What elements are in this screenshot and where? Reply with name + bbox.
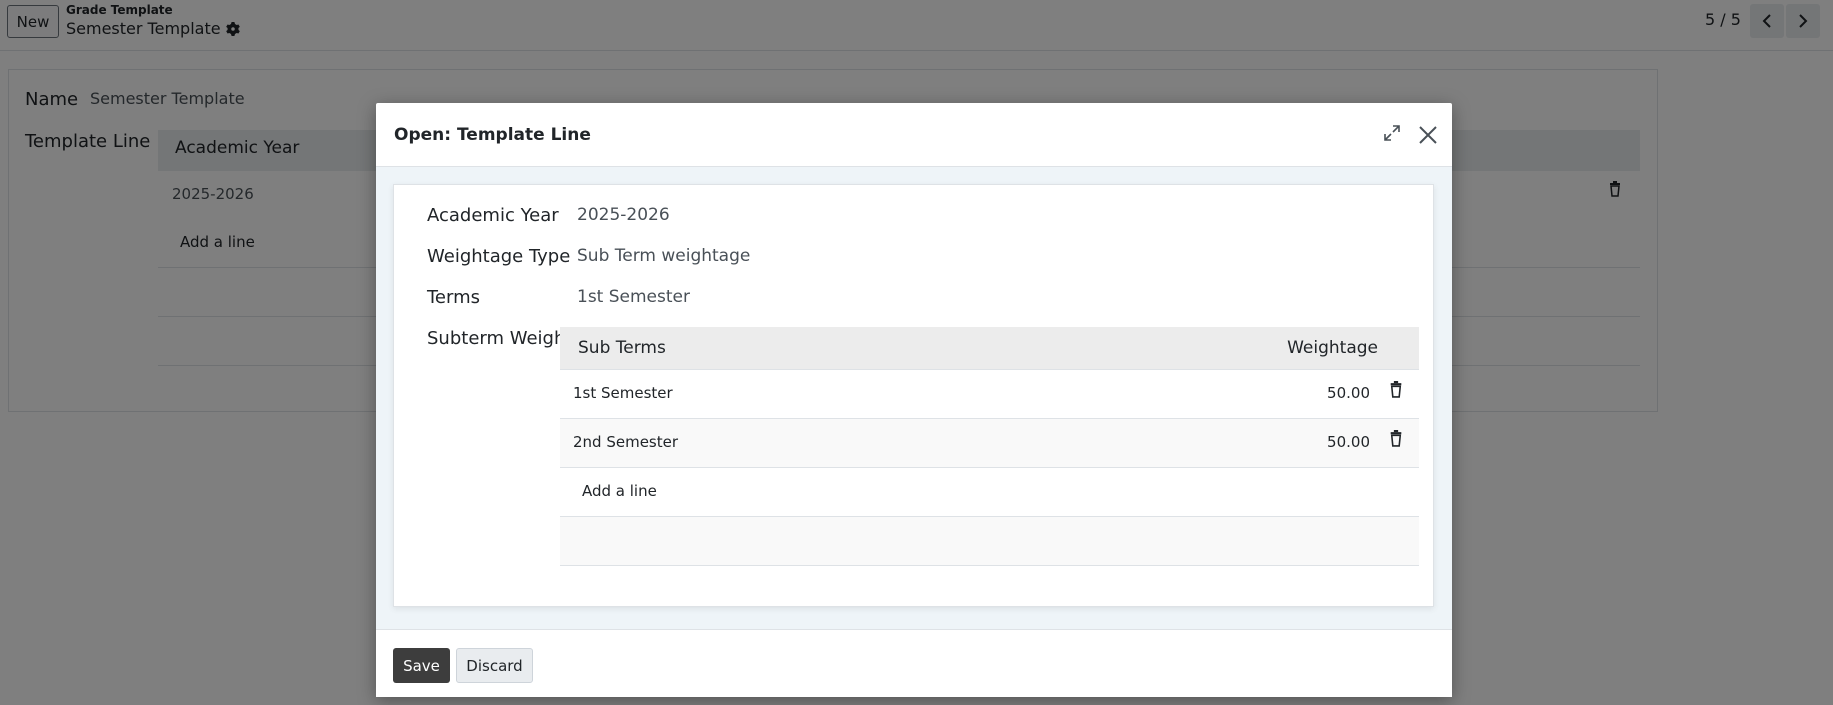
trash-icon[interactable]	[1389, 430, 1403, 447]
trash-icon[interactable]	[1389, 381, 1403, 398]
weightage-type-label: Weightage Type	[427, 246, 571, 267]
dialog-body: Academic Year 2025-2026 Weightage Type S…	[376, 167, 1452, 629]
close-icon[interactable]	[1417, 124, 1439, 146]
dialog-footer: Save Discard	[376, 629, 1452, 697]
sub-term-cell: 1st Semester	[573, 384, 673, 402]
academic-year-field[interactable]: 2025-2026	[577, 205, 670, 225]
dialog-header: Open: Template Line	[376, 103, 1452, 167]
dialog-title: Open: Template Line	[394, 125, 591, 145]
dialog-form-sheet: Academic Year 2025-2026 Weightage Type S…	[393, 184, 1434, 607]
empty-row	[560, 517, 1419, 566]
weightage-cell: 50.00	[1327, 433, 1370, 451]
subterm-table-header: Sub Terms Weightage	[560, 327, 1419, 370]
table-row[interactable]: 2nd Semester 50.00	[560, 419, 1419, 468]
subterm-weight-label: Subterm Weight	[427, 328, 573, 349]
add-line-link[interactable]: Add a line	[582, 482, 657, 500]
save-button[interactable]: Save	[393, 648, 450, 683]
table-row[interactable]: 1st Semester 50.00	[560, 370, 1419, 419]
weightage-cell: 50.00	[1327, 384, 1370, 402]
column-header-weightage[interactable]: Weightage	[1287, 338, 1378, 358]
expand-icon[interactable]	[1383, 124, 1401, 142]
add-line-row[interactable]: Add a line	[560, 468, 1419, 517]
template-line-dialog: Open: Template Line Academic Year 2025-2…	[376, 103, 1452, 697]
terms-label: Terms	[427, 287, 481, 308]
weightage-type-field[interactable]: Sub Term weightage	[577, 246, 750, 266]
column-header-sub-terms[interactable]: Sub Terms	[578, 338, 666, 358]
discard-button[interactable]: Discard	[456, 648, 533, 683]
terms-field[interactable]: 1st Semester	[577, 287, 690, 307]
academic-year-label: Academic Year	[427, 205, 559, 226]
sub-term-cell: 2nd Semester	[573, 433, 679, 451]
